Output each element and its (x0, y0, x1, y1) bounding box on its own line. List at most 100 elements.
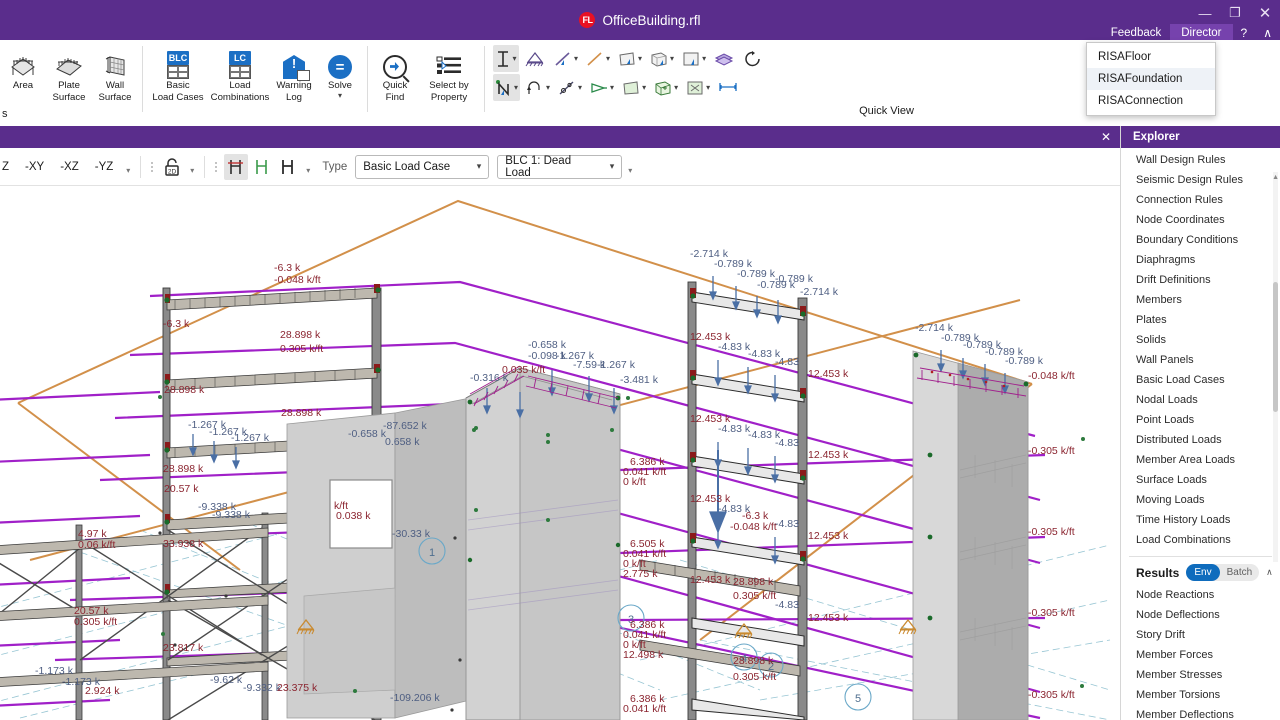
results-scope-toggle[interactable]: Env Batch (1186, 564, 1260, 581)
explorer-item[interactable]: Load Combinations (1121, 530, 1280, 550)
chevron-down-icon[interactable]: ▾ (674, 84, 678, 92)
results-collapse-chevron-icon[interactable]: ∧ (1266, 567, 1279, 578)
plain-view-icon[interactable] (276, 154, 300, 180)
model-viewport-3d[interactable]: 1 3 4 2 5 -6.3 k -0.048 k/ft -6.3 k 28.8… (0, 186, 1120, 720)
scroll-up-arrow-icon[interactable]: ▲ (1272, 174, 1279, 181)
plate-icon[interactable]: ▾ (619, 74, 648, 101)
member-point-load-icon[interactable]: ▾ (551, 45, 580, 72)
results-item[interactable]: Node Reactions (1121, 585, 1280, 605)
explorer-item[interactable]: Solids (1121, 330, 1280, 350)
explorer-item[interactable]: Surface Loads (1121, 470, 1280, 490)
member-icon[interactable]: ▾ (555, 74, 584, 101)
chevron-down-icon[interactable]: ▾ (642, 84, 646, 92)
load-type-select[interactable]: Basic Load Case ▾ (355, 154, 490, 179)
explorer-scrollbar[interactable] (1273, 172, 1278, 562)
node-icon[interactable]: ▾ (493, 74, 521, 101)
explorer-item[interactable]: Drift Definitions (1121, 270, 1280, 290)
explorer-item[interactable]: Time History Loads (1121, 510, 1280, 530)
i-section-icon[interactable]: ▾ (493, 45, 519, 72)
lock-overflow-chevron-icon[interactable]: ▾ (186, 166, 198, 175)
lock-2d-button[interactable]: 2D (160, 154, 184, 180)
solid-icon[interactable]: ▾ (651, 74, 680, 101)
director-dropdown-menu[interactable]: RISAFloor RISAFoundation RISAConnection (1086, 42, 1216, 116)
explorer-item[interactable]: Wall Panels (1121, 350, 1280, 370)
results-item[interactable]: Member Forces (1121, 645, 1280, 665)
refresh-icon[interactable] (740, 45, 766, 72)
close-window-button[interactable]: ✕ (1250, 0, 1280, 26)
explorer-item[interactable]: Plates (1121, 310, 1280, 330)
results-item[interactable]: Member Stresses (1121, 665, 1280, 685)
solid-load-icon[interactable]: ▾ (647, 45, 676, 72)
explorer-item[interactable]: Node Coordinates (1121, 210, 1280, 230)
explorer-item[interactable]: Members (1121, 290, 1280, 310)
results-item[interactable]: Node Deflections (1121, 605, 1280, 625)
results-item[interactable]: Story Drift (1121, 625, 1280, 645)
explorer-item[interactable]: Boundary Conditions (1121, 230, 1280, 250)
toolbar-grip-1[interactable] (151, 159, 154, 175)
grid-bubble-5[interactable]: 5 (844, 683, 872, 711)
nodal-load-icon[interactable]: ▾ (523, 74, 552, 101)
explorer-item[interactable]: Seismic Design Rules (1121, 170, 1280, 190)
dimension-icon[interactable] (715, 74, 741, 101)
explorer-item[interactable]: Nodal Loads (1121, 390, 1280, 410)
explorer-item[interactable]: Distributed Loads (1121, 430, 1280, 450)
axis-button-xy[interactable]: -XY (18, 157, 51, 177)
solve-button[interactable]: = Solve ▾ (317, 40, 363, 126)
explorer-item[interactable]: Member Area Loads (1121, 450, 1280, 470)
plate-surface-button[interactable]: Plate Surface (46, 40, 92, 126)
basic-load-cases-button[interactable]: BLC Basic Load Cases (147, 40, 209, 126)
scrollbar-thumb[interactable] (1273, 282, 1278, 412)
menu-item-risaconnection[interactable]: RISAConnection (1087, 90, 1215, 112)
explorer-item[interactable]: Point Loads (1121, 410, 1280, 430)
warning-log-button[interactable]: ! Warning Log (271, 40, 317, 126)
axis-button-z[interactable]: Z (0, 157, 16, 177)
toggle-env[interactable]: Env (1186, 564, 1220, 581)
toolbar-overflow-icon[interactable]: ▾ (624, 166, 636, 175)
view-toggle-chevron-icon[interactable]: ▾ (302, 166, 314, 175)
results-item[interactable]: Member Torsions (1121, 685, 1280, 705)
boundary-condition-icon[interactable] (522, 45, 548, 72)
maximize-button[interactable]: ❐ (1220, 0, 1250, 26)
select-by-property-button[interactable]: Select by Property (418, 40, 480, 126)
close-view-tab-icon[interactable]: ✕ (1092, 126, 1120, 148)
toolbar-grip-2[interactable] (215, 159, 218, 175)
toggle-batch[interactable]: Batch (1220, 565, 1260, 580)
menu-item-risafloor[interactable]: RISAFloor (1087, 46, 1215, 68)
chevron-down-icon[interactable]: ▾ (546, 84, 550, 92)
wall-panel-load-icon[interactable]: ▾ (679, 45, 708, 72)
solve-chevron-down-icon[interactable]: ▾ (338, 92, 342, 100)
axis-button-yz[interactable]: -YZ (88, 157, 121, 177)
load-combinations-button[interactable]: LC Load Combinations (209, 40, 271, 126)
results-item-list[interactable]: Node Reactions Node Deflections Story Drif… (1121, 585, 1280, 720)
chevron-down-icon[interactable]: ▾ (610, 84, 614, 92)
chevron-down-icon[interactable]: ▾ (578, 84, 582, 92)
menu-item-risafoundation[interactable]: RISAFoundation (1087, 68, 1215, 90)
side-view-icon[interactable] (250, 154, 274, 180)
explorer-item[interactable]: Basic Load Cases (1121, 370, 1280, 390)
wall-surface-button[interactable]: Wall Surface (92, 40, 138, 126)
chevron-down-icon[interactable]: ▾ (514, 84, 518, 92)
quick-find-button[interactable]: Quick Find (372, 40, 418, 126)
explorer-item[interactable]: Moving Loads (1121, 490, 1280, 510)
axis-overflow-chevron-icon[interactable]: ▾ (122, 166, 134, 175)
explorer-item[interactable]: Connection Rules (1121, 190, 1280, 210)
explorer-item-list[interactable]: ▲ Wall Design Rules Seismic Design Rules C… (1121, 148, 1280, 562)
axis-button-xz[interactable]: -XZ (53, 157, 86, 177)
member-release-icon[interactable]: ▾ (587, 74, 616, 101)
front-view-icon[interactable] (224, 153, 249, 180)
results-item[interactable]: Member Deflections (1121, 705, 1280, 720)
chevron-down-icon[interactable]: ▾ (706, 84, 710, 92)
chevron-down-icon[interactable]: ▾ (638, 55, 642, 63)
member-distributed-load-icon[interactable]: ▾ (583, 45, 612, 72)
load-case-select[interactable]: BLC 1: Dead Load ▾ (497, 154, 623, 179)
chevron-down-icon[interactable]: ▾ (670, 55, 674, 63)
explorer-item[interactable]: Wall Design Rules (1121, 150, 1280, 170)
chevron-down-icon[interactable]: ▾ (512, 55, 516, 63)
minimize-button[interactable]: — (1190, 0, 1220, 26)
chevron-down-icon[interactable]: ▾ (606, 55, 610, 63)
wall-panel-icon[interactable]: ▾ (683, 74, 712, 101)
chevron-down-icon[interactable]: ▾ (574, 55, 578, 63)
plate-surface-load-icon[interactable]: ▾ (615, 45, 644, 72)
feedback-button[interactable]: Feedback (1102, 25, 1171, 41)
chevron-down-icon[interactable]: ▾ (702, 55, 706, 63)
